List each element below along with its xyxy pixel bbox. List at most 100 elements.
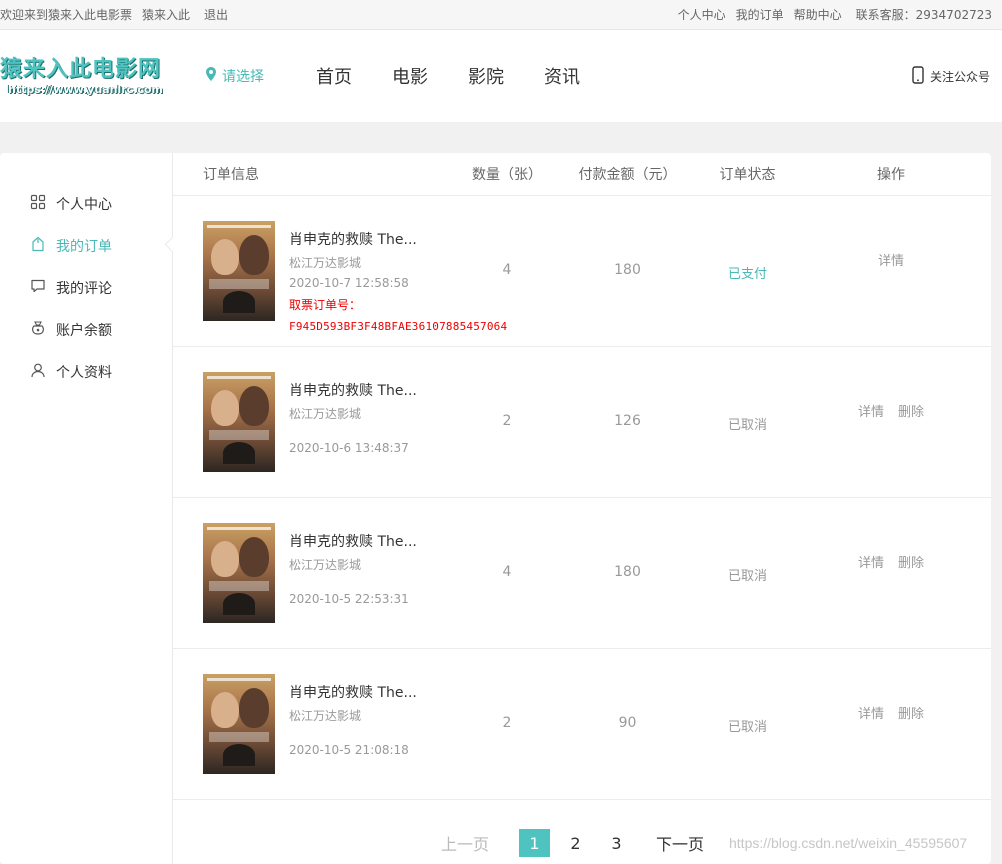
movie-poster[interactable] [203, 523, 275, 623]
header-amount: 付款金额（元） [578, 167, 677, 183]
sidebar-item-my-comments[interactable]: 我的评论 [0, 267, 172, 309]
sidebar-item-my-orders[interactable]: 我的订单 [0, 225, 172, 267]
cinema-name: 松江万达影城 [289, 407, 362, 421]
service-hotline: 联系客服：2934702723 [855, 8, 992, 22]
orders-content: 订单信息 数量（张） 付款金额（元） 订单状态 操作 肖申克的救赎 The...… [173, 153, 991, 864]
order-quantity: 2 [502, 413, 512, 429]
sidebar-item-profile[interactable]: 个人资料 [0, 351, 172, 393]
order-status: 已取消 [727, 720, 767, 735]
logout-link[interactable]: 退出 [204, 6, 228, 23]
nav-movies[interactable]: 电影 [392, 63, 468, 89]
sidebar-item-account-balance[interactable]: 账户余额 [0, 309, 172, 351]
order-time: 2020-10-5 21:08:18 [289, 743, 409, 757]
order-meta: 肖申克的救赎 The... 松江万达影城 2020-10-5 21:08:18 [289, 674, 417, 799]
order-info-cell: 肖申克的救赎 The... 松江万达影城 2020-10-5 22:53:31 [173, 498, 463, 648]
page-button-1[interactable]: 1 [519, 829, 550, 857]
order-info-cell: 肖申克的救赎 The... 松江万达影城 2020-10-6 13:48:37 [173, 347, 463, 497]
user-icon [30, 362, 46, 382]
order-status: 已支付 [727, 267, 767, 282]
phone-icon [912, 65, 924, 87]
order-row: 肖申克的救赎 The... 松江万达影城 2020-10-7 12:58:58 … [173, 196, 991, 347]
top-bar: 欢迎来到猿来入此电影票 猿来入此 退出 个人中心 我的订单 帮助中心 联系客服：… [0, 0, 1002, 30]
wallet-icon [30, 320, 46, 340]
top-link-personal-center[interactable]: 个人中心 [678, 6, 726, 23]
page-button-2[interactable]: 2 [560, 829, 591, 857]
city-label: 请选择 [222, 69, 264, 85]
header-status: 订单状态 [719, 167, 776, 183]
movie-title[interactable]: 肖申克的救赎 The... [289, 685, 417, 701]
order-actions: 详情 删除 [791, 649, 991, 799]
follow-wechat-button[interactable]: 关注公众号 [912, 65, 990, 87]
user-sidebar: 个人中心 我的订单 我的评论 账户余额 个人资料 [0, 153, 173, 864]
top-bar-right: 个人中心 我的订单 帮助中心 联系客服：2934702723 [678, 6, 992, 23]
sidebar-item-label: 个人中心 [56, 197, 112, 213]
grid-icon [30, 194, 46, 214]
order-amount: 180 [614, 262, 641, 278]
order-actions: 详情 删除 [791, 498, 991, 648]
header-actions: 操作 [877, 167, 905, 183]
order-quantity: 2 [502, 715, 512, 731]
order-actions: 详情 删除 [791, 347, 991, 497]
next-page-button[interactable]: 下一页 [656, 831, 704, 855]
logo-brand: 猿来入此电影网 [0, 56, 162, 82]
order-status: 已取消 [727, 418, 767, 433]
order-amount: 126 [614, 413, 641, 429]
sidebar-item-label: 个人资料 [56, 365, 112, 381]
delete-link[interactable]: 删除 [898, 401, 924, 497]
header-quantity: 数量（张） [472, 167, 542, 183]
order-row: 肖申克的救赎 The... 松江万达影城 2020-10-5 21:08:18 … [173, 649, 991, 800]
order-quantity: 4 [502, 262, 512, 278]
cinema-name: 松江万达影城 [289, 558, 362, 572]
cinema-name: 松江万达影城 [289, 709, 362, 723]
order-info-cell: 肖申克的救赎 The... 松江万达影城 2020-10-5 21:08:18 [173, 649, 463, 799]
detail-link[interactable]: 详情 [858, 401, 884, 497]
welcome-text: 欢迎来到猿来入此电影票 [0, 8, 133, 22]
main-panel: 个人中心 我的订单 我的评论 账户余额 个人资料 订单信息 数量（张） 付款金额… [0, 153, 991, 864]
order-amount: 180 [614, 564, 641, 580]
nav-cinemas[interactable]: 影院 [468, 63, 544, 89]
sidebar-item-label: 我的评论 [56, 281, 112, 297]
movie-title[interactable]: 肖申克的救赎 The... [289, 534, 417, 550]
nav-news[interactable]: 资讯 [544, 63, 620, 89]
prev-page-button[interactable]: 上一页 [441, 831, 519, 855]
detail-link[interactable]: 详情 [878, 250, 904, 346]
city-selector[interactable]: 请选择 [206, 66, 264, 86]
order-icon [30, 236, 46, 256]
watermark: https://blog.csdn.net/weixin_45595607 [729, 835, 968, 851]
order-row: 肖申克的救赎 The... 松江万达影城 2020-10-6 13:48:37 … [173, 347, 991, 498]
header-order-info: 订单信息 [203, 167, 259, 183]
order-time: 2020-10-5 22:53:31 [289, 592, 409, 606]
order-amount: 90 [618, 715, 637, 731]
sidebar-item-label: 账户余额 [56, 323, 112, 339]
order-info-cell: 肖申克的救赎 The... 松江万达影城 2020-10-7 12:58:58 … [173, 196, 507, 346]
sidebar-item-label: 我的订单 [56, 239, 112, 255]
logo-url: https://www.yuanlrc.com [8, 82, 163, 96]
movie-poster[interactable] [203, 372, 275, 472]
username-link[interactable]: 猿来入此 [142, 6, 190, 23]
top-link-help-center[interactable]: 帮助中心 [794, 6, 842, 23]
detail-link[interactable]: 详情 [858, 552, 884, 648]
orders-table-header: 订单信息 数量（张） 付款金额（元） 订单状态 操作 [173, 153, 991, 196]
movie-title[interactable]: 肖申克的救赎 The... [289, 383, 417, 399]
order-meta: 肖申克的救赎 The... 松江万达影城 2020-10-5 22:53:31 [289, 523, 417, 648]
delete-link[interactable]: 删除 [898, 552, 924, 648]
order-time: 2020-10-6 13:48:37 [289, 441, 409, 455]
delete-link[interactable]: 删除 [898, 703, 924, 799]
order-quantity: 4 [502, 564, 512, 580]
follow-label: 关注公众号 [929, 69, 990, 84]
nav-home[interactable]: 首页 [316, 63, 392, 89]
sidebar-item-personal-center[interactable]: 个人中心 [0, 183, 172, 225]
main-nav: 首页 电影 影院 资讯 [316, 63, 620, 89]
movie-poster[interactable] [203, 221, 275, 321]
site-header: 猿来入此电影网 https://www.yuanlrc.com 请选择 首页 电… [0, 30, 1002, 122]
comment-icon [30, 278, 46, 298]
order-meta: 肖申克的救赎 The... 松江万达影城 2020-10-6 13:48:37 [289, 372, 417, 497]
top-link-my-orders[interactable]: 我的订单 [736, 6, 784, 23]
location-pin-icon [206, 67, 216, 85]
order-row: 肖申克的救赎 The... 松江万达影城 2020-10-5 22:53:31 … [173, 498, 991, 649]
movie-poster[interactable] [203, 674, 275, 774]
site-logo[interactable]: 猿来入此电影网 https://www.yuanlrc.com [0, 57, 170, 96]
page-button-3[interactable]: 3 [601, 829, 632, 857]
detail-link[interactable]: 详情 [858, 703, 884, 799]
order-actions: 详情 [791, 196, 991, 346]
